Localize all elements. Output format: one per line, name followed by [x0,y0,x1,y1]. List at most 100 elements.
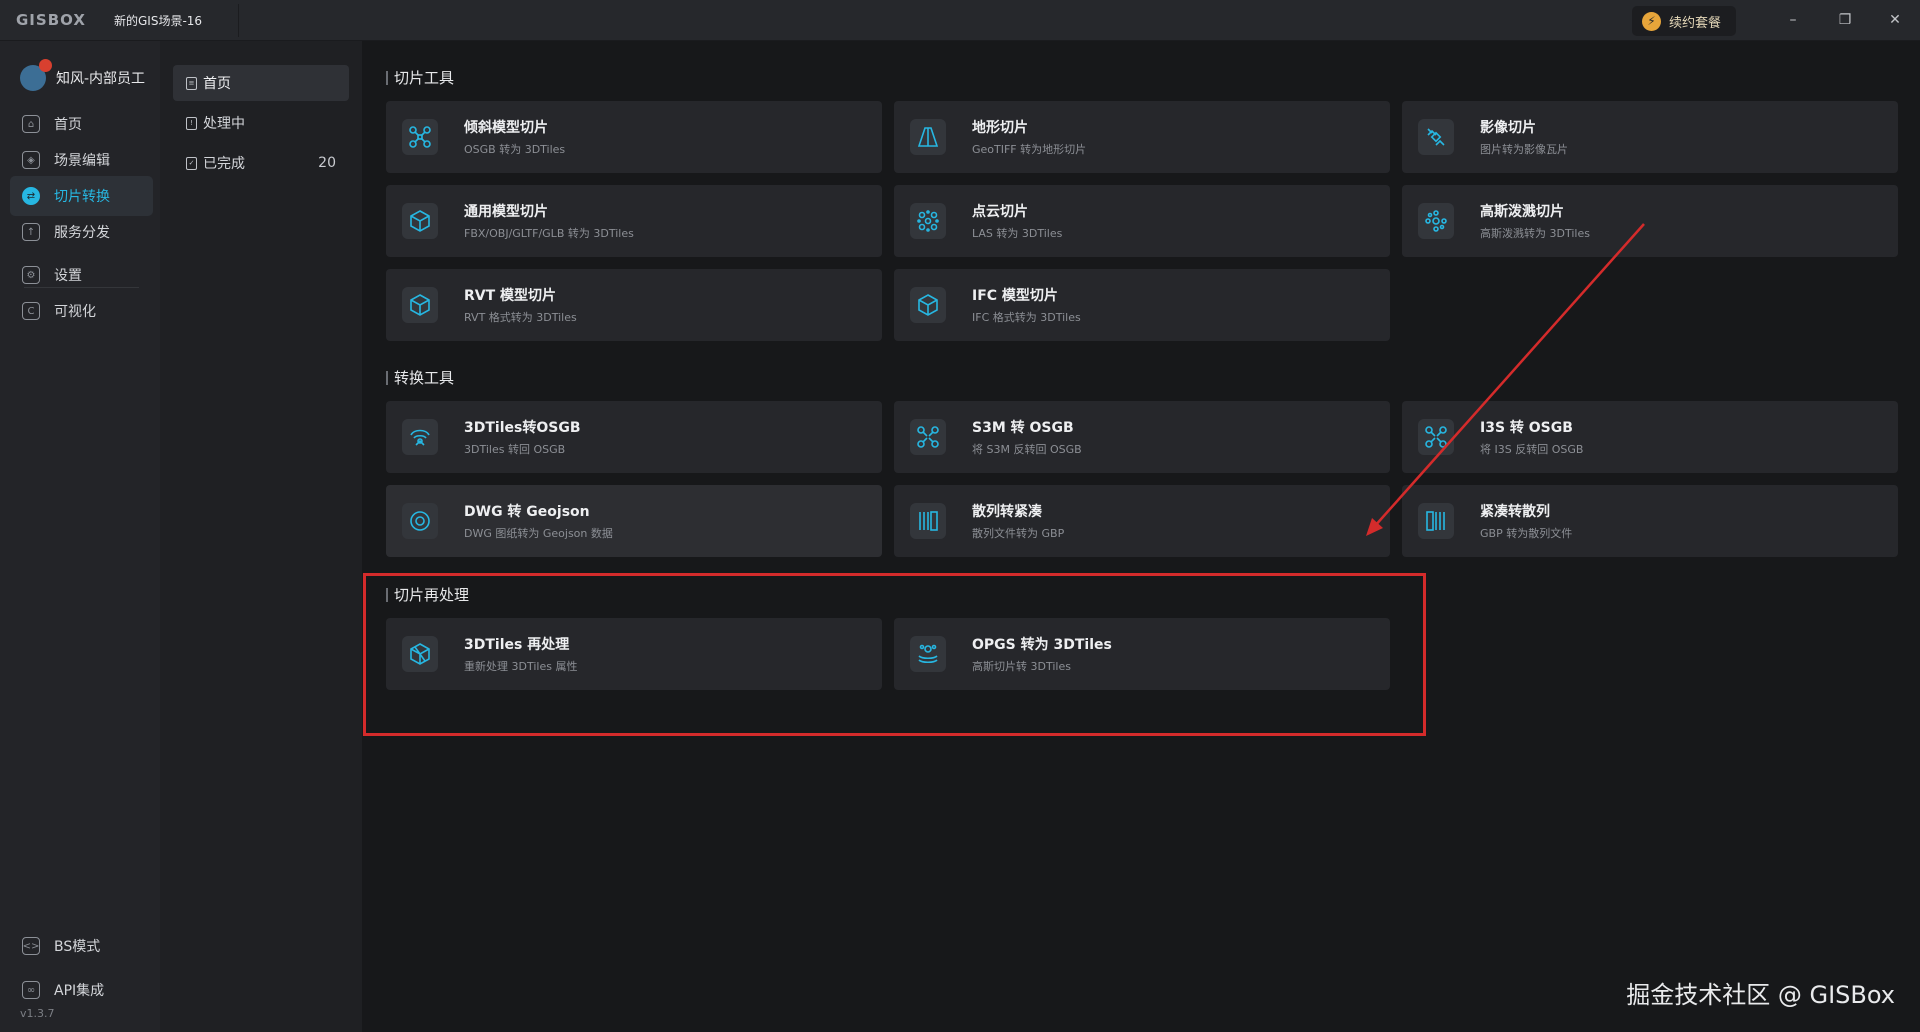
card-compact-to-hash[interactable]: 紧凑转散列 GBP 转为散列文件 [1402,485,1898,557]
link-icon: ∞ [22,981,40,999]
scene-tab[interactable]: 新的GIS场景-16 [114,12,202,29]
card-subtitle: LAS 转为 3DTiles [972,227,1063,240]
pointcloud-icon [910,203,946,239]
card-3dtiles-to-osgb[interactable]: 3DTiles转OSGB 3DTiles 转回 OSGB [386,401,882,473]
card-title: 倾斜模型切片 [464,120,548,136]
code-icon: <> [22,937,40,955]
tab-divider [238,4,239,37]
check-document-icon: ✓ [186,156,197,170]
card-title: S3M 转 OSGB [972,420,1074,436]
section-title-tile-tools: 切片工具 [386,67,454,88]
main-content: 切片工具 倾斜模型切片 OSGB 转为 3DTiles 地形切片 GeoTIFF… [362,41,1920,1032]
card-subtitle: GBP 转为散列文件 [1480,527,1573,540]
sub-sidebar: ≡ 首页 ! 处理中 ✓ 已完成 20 [160,41,362,1032]
card-imagery-tile[interactable]: 影像切片 图片转为影像瓦片 [1402,101,1898,173]
cube-icon: ◈ [22,151,40,169]
card-oblique-tile[interactable]: 倾斜模型切片 OSGB 转为 3DTiles [386,101,882,173]
user-name: 知风-内部员工 [56,71,146,87]
terrain-icon [910,119,946,155]
document-icon: ≡ [186,76,197,90]
card-subtitle: GeoTIFF 转为地形切片 [972,143,1087,156]
close-button[interactable]: ✕ [1880,8,1910,32]
card-pointcloud-tile[interactable]: 点云切片 LAS 转为 3DTiles [894,185,1390,257]
nav-item-scene-edit[interactable]: ◈ 场景编辑 [10,140,153,180]
card-title: 散列转紧凑 [972,504,1042,520]
nav-item-bs-mode[interactable]: <> BS模式 [10,926,153,966]
card-dwg-to-geojson[interactable]: DWG 转 Geojson DWG 图纸转为 Geojson 数据 [386,485,882,557]
maximize-button[interactable]: ❐ [1830,8,1860,32]
annotation-highlight-box [363,573,1426,736]
card-general-model-tile[interactable]: 通用模型切片 FBX/OBJ/GLTF/GLB 转为 3DTiles [386,185,882,257]
box-icon [402,203,438,239]
nav-label: 切片转换 [54,189,110,205]
section-title-convert-tools: 转换工具 [386,367,454,388]
card-i3s-to-osgb[interactable]: I3S 转 OSGB 将 I3S 反转回 OSGB [1402,401,1898,473]
upload-icon: ↑ [22,223,40,241]
lightning-icon: ⚡ [1642,11,1661,31]
card-terrain-tile[interactable]: 地形切片 GeoTIFF 转为地形切片 [894,101,1390,173]
columns-icon [1418,503,1454,539]
card-subtitle: OSGB 转为 3DTiles [464,143,566,156]
card-hash-to-compact[interactable]: 散列转紧凑 散列文件转为 GBP [894,485,1390,557]
subnav-item-completed[interactable]: ✓ 已完成 20 [173,145,349,181]
card-title: 高斯泼溅切片 [1480,204,1564,220]
completed-count: 20 [318,155,336,171]
renew-plan-label: 续约套餐 [1669,15,1722,31]
card-title: 3DTiles转OSGB [464,420,581,436]
card-title: DWG 转 Geojson [464,504,590,520]
subnav-label: 首页 [203,76,231,92]
nav-item-settings[interactable]: ⚙ 设置 [10,255,153,295]
card-title: 影像切片 [1480,120,1536,136]
card-subtitle: DWG 图纸转为 Geojson 数据 [464,527,613,540]
card-ifc-tile[interactable]: IFC 模型切片 IFC 格式转为 3DTiles [894,269,1390,341]
card-title: 点云切片 [972,204,1028,220]
card-title: I3S 转 OSGB [1480,420,1573,436]
box-icon [910,287,946,323]
renew-plan-button[interactable]: ⚡ 续约套餐 [1632,6,1736,36]
satellite-icon [1418,119,1454,155]
drone-icon [402,119,438,155]
nav-item-home[interactable]: ⌂ 首页 [10,104,153,144]
document-icon: ! [186,116,197,130]
card-subtitle: IFC 格式转为 3DTiles [972,311,1081,324]
card-subtitle: FBX/OBJ/GLTF/GLB 转为 3DTiles [464,227,634,240]
card-title: 通用模型切片 [464,204,548,220]
nav-label: 首页 [54,117,82,133]
minimize-button[interactable]: – [1778,8,1808,32]
nav-label: 场景编辑 [54,153,110,169]
card-subtitle: 图片转为影像瓦片 [1480,143,1568,156]
nav-item-api[interactable]: ∞ API集成 [10,970,153,1010]
swap-icon: ⇄ [22,187,40,205]
app-logo: GISBOX [16,11,86,29]
card-subtitle: 将 S3M 反转回 OSGB [972,443,1082,456]
nav-item-tile-convert[interactable]: ⇄ 切片转换 [10,176,153,216]
gear-icon: ⚙ [22,266,40,284]
card-s3m-to-osgb[interactable]: S3M 转 OSGB 将 S3M 反转回 OSGB [894,401,1390,473]
avatar [20,59,52,91]
subnav-item-processing[interactable]: ! 处理中 [173,105,349,141]
card-rvt-tile[interactable]: RVT 模型切片 RVT 格式转为 3DTiles [386,269,882,341]
nav-label: 可视化 [54,304,96,320]
left-sidebar: 知风-内部员工 ⌂ 首页 ◈ 场景编辑 ⇄ 切片转换 ↑ 服务分发 ⚙ 设置 C… [0,41,160,1032]
watermark: 掘金技术社区 @ GISBox [1626,981,1895,1009]
title-bar: GISBOX 新的GIS场景-16 ⚡ 续约套餐 – ❐ ✕ [0,0,1920,41]
columns-icon [910,503,946,539]
gaussian-icon [1418,203,1454,239]
convert-icon [402,419,438,455]
nav-item-service-dist[interactable]: ↑ 服务分发 [10,212,153,252]
subnav-item-home[interactable]: ≡ 首页 [173,65,349,101]
card-gaussian-tile[interactable]: 高斯泼溅切片 高斯泼溅转为 3DTiles [1402,185,1898,257]
card-title: RVT 模型切片 [464,288,557,304]
box-icon [402,287,438,323]
card-subtitle: 高斯泼溅转为 3DTiles [1480,227,1590,240]
card-title: IFC 模型切片 [972,288,1058,304]
app-version: v1.3.7 [20,1007,55,1020]
card-title: 地形切片 [972,120,1028,136]
nav-item-visualize[interactable]: C 可视化 [10,291,153,331]
user-profile[interactable]: 知风-内部员工 [20,59,146,91]
card-subtitle: RVT 格式转为 3DTiles [464,311,577,324]
nav-label: 设置 [54,268,82,284]
nav-label: 服务分发 [54,225,110,241]
visual-icon: C [22,302,40,320]
subnav-label: 处理中 [203,116,245,132]
